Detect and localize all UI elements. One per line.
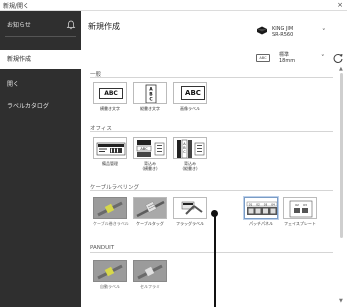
section-label-panduit: PANDUIT [90,245,115,251]
scrollbar[interactable]: ▲ ▼ [339,66,344,306]
printer-name: KING JIM SR-R560 [272,26,293,38]
section-divider [90,77,333,78]
sidebar-item-label: 開く [7,81,20,88]
tape-width: 18mm [279,58,296,64]
scroll-thumb[interactable] [340,73,343,238]
face-port-number: 03 [303,203,307,207]
tile-caption: パッチパネル [249,221,273,226]
spine-horizontal-icon: ABC [136,140,165,157]
template-vertical-text[interactable]: A B C 縦書き文字 [133,82,167,111]
face-plate-icon: 02 03 [289,200,313,218]
template-panduit-auto[interactable]: 自動ラベル [93,260,127,289]
tile-caption: 背込み (縦書き) [182,161,198,171]
scroll-down-icon[interactable]: ▼ [339,298,343,304]
page-title: 新規作成 [88,22,120,31]
template-image-label[interactable]: ABC 画像ラベル [173,82,207,111]
section-divider [90,190,333,191]
spine-vertical-icon: A B C [177,139,205,158]
abc-horizontal-icon: ABC [99,88,123,99]
refresh-icon[interactable] [332,52,344,64]
panduit-self-lam-icon [137,264,163,280]
window-titlebar: 新規/開く × [0,0,347,11]
template-patch-panel[interactable]: 01 02 03 04 パッチパネル [244,197,278,226]
template-cable-tag[interactable]: ケーブルタッグ [133,197,167,226]
printer-icon [257,26,267,35]
cable-wrap-icon [97,201,123,217]
tile-caption: フラッグラベル [176,221,204,226]
tile-caption: 背込み (横書き) [142,161,158,171]
svg-text:ABC: ABC [140,147,148,151]
template-spine-horizontal[interactable]: ABC 背込み (横書き) [133,137,167,171]
sidebar-item-label: 新規作成 [7,56,32,63]
template-panduit-self-lam[interactable]: セルフラミ [133,260,167,289]
tape-selector[interactable]: ABC 標準 18mm ˅ [256,51,347,67]
template-spine-vertical[interactable]: A B C 背込み (縦書き) [173,137,207,171]
tile-caption: 自動ラベル [100,284,120,289]
tile-caption: セルフラミ [140,284,160,289]
section-divider [90,252,333,253]
chevron-down-icon[interactable]: ˅ [321,54,325,62]
template-equipment[interactable]: 備品管理 [93,137,127,166]
sidebar-divider [5,36,76,37]
main-panel: 新規作成 KING JIM SR-R560 ˅ ABC 標準 18mm ˅ ▲ … [81,11,347,307]
sidebar-item-news[interactable]: お知らせ [0,16,81,35]
patch-port-number: 01 [249,202,253,206]
sidebar-item-label: ラベルカタログ [7,103,49,110]
equipment-label-icon [96,142,126,156]
section-divider [90,131,333,132]
patch-port-number: 04 [271,202,275,206]
template-cable-wrap[interactable]: ケーブル巻きラベル [93,197,129,226]
tape-icon: ABC [256,54,270,62]
tile-caption: フェイスプレート [284,221,316,226]
sidebar-item-new[interactable]: 新規作成 [0,50,81,69]
patch-port-number: 03 [264,202,268,206]
panduit-cable-icon [97,264,123,280]
scroll-up-icon[interactable]: ▲ [339,66,343,72]
sidebar-item-open[interactable]: 開く [0,75,81,94]
flag-label-icon [181,201,203,215]
sidebar: お知らせ 新規作成 開く ラベルカタログ [0,11,81,307]
printer-selector[interactable]: KING JIM SR-R560 ˅ [256,24,346,44]
tile-caption: 横書き文字 [100,106,120,111]
patch-port-number: 02 [256,202,260,206]
face-port-number: 02 [295,203,299,207]
tile-caption: ケーブルタッグ [136,221,164,226]
cable-tag-icon [136,200,165,218]
tile-caption: 備品管理 [102,161,118,166]
pointer-line [214,213,216,307]
window-title: 新規/開く [3,3,30,10]
sidebar-item-label-catalog[interactable]: ラベルカタログ [0,97,81,116]
tile-caption: ケーブル巻きラベル [93,221,129,226]
sidebar-item-label: お知らせ [7,22,31,29]
tape-info: 標準 18mm [279,52,295,64]
tile-caption: 画像ラベル [180,106,200,111]
printer-model: SR-R560 [272,32,294,38]
abc-vertical-icon: A B C [145,84,157,103]
template-face-plate[interactable]: 02 03 フェイスプレート [283,197,317,226]
close-icon[interactable]: × [337,0,343,11]
bell-icon [66,20,76,30]
tile-caption: 縦書き文字 [140,106,160,111]
template-flag-label[interactable]: フラッグラベル [173,197,207,226]
patch-panel-icon: 01 02 03 04 [246,201,277,215]
chevron-down-icon[interactable]: ˅ [322,28,326,36]
abc-image-icon: ABC [181,86,205,100]
template-horizontal-text[interactable]: ABC 横書き文字 [93,82,127,111]
